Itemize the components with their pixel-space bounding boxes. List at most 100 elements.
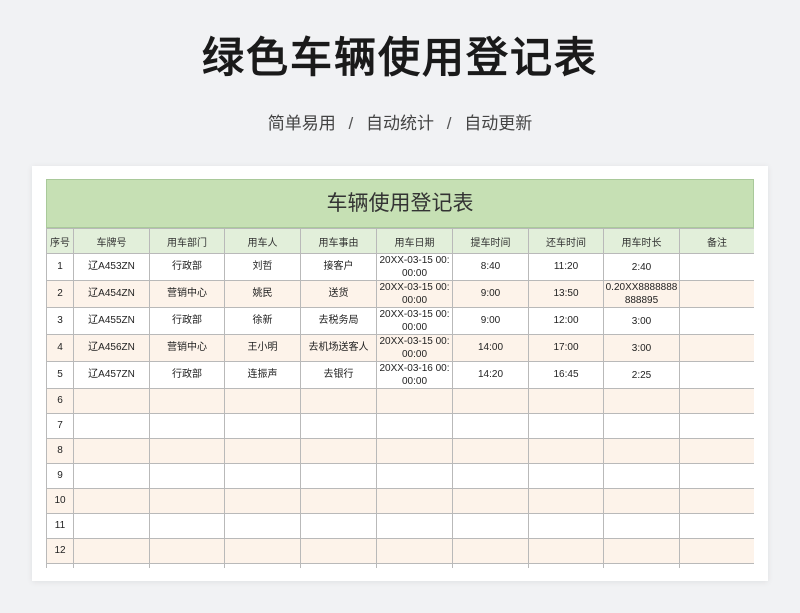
cell-col-reason[interactable]: 去银行 <box>300 361 377 389</box>
cell-col-plate[interactable]: 辽A456ZN <box>73 334 150 362</box>
cell-col-plate[interactable] <box>73 413 150 439</box>
cell-col-user[interactable]: 刘哲 <box>224 253 301 281</box>
cell-col-user[interactable] <box>224 463 301 489</box>
cell-col-reason[interactable] <box>300 438 377 464</box>
cell-col-remark[interactable] <box>679 334 754 362</box>
cell-col-return[interactable]: 16:45 <box>528 361 604 389</box>
cell-col-plate[interactable] <box>73 438 150 464</box>
cell-col-plate[interactable]: 辽A454ZN <box>73 280 150 308</box>
cell-col-remark[interactable] <box>679 538 754 564</box>
cell-col-index[interactable]: 6 <box>46 388 74 414</box>
cell-col-duration[interactable] <box>603 538 680 564</box>
cell-col-pickup[interactable]: 14:20 <box>452 361 529 389</box>
cell-col-plate[interactable]: 辽A453ZN <box>73 253 150 281</box>
cell-col-pickup[interactable]: 9:00 <box>452 280 529 308</box>
cell-col-duration[interactable]: 3:00 <box>603 307 680 335</box>
cell-col-index[interactable]: 9 <box>46 463 74 489</box>
cell-col-reason[interactable]: 去机场送客人 <box>300 334 377 362</box>
cell-col-duration[interactable] <box>603 438 680 464</box>
cell-col-date[interactable]: 20XX-03-16 00:00:00 <box>376 361 453 389</box>
cell-col-dept[interactable]: 行政部 <box>149 307 225 335</box>
cell-col-date[interactable] <box>376 563 453 568</box>
cell-col-reason[interactable] <box>300 563 377 568</box>
header-col-return[interactable]: 还车时间 <box>528 228 604 254</box>
cell-col-user[interactable]: 王小明 <box>224 334 301 362</box>
cell-col-dept[interactable] <box>149 413 225 439</box>
cell-col-return[interactable] <box>528 488 604 514</box>
header-col-duration[interactable]: 用车时长 <box>603 228 680 254</box>
header-col-remark[interactable]: 备注 <box>679 228 754 254</box>
cell-col-date[interactable]: 20XX-03-15 00:00:00 <box>376 334 453 362</box>
cell-col-reason[interactable]: 去税务局 <box>300 307 377 335</box>
cell-col-remark[interactable] <box>679 307 754 335</box>
cell-col-reason[interactable] <box>300 463 377 489</box>
cell-col-date[interactable] <box>376 488 453 514</box>
cell-col-pickup[interactable] <box>452 513 529 539</box>
cell-col-index[interactable]: 10 <box>46 488 74 514</box>
cell-col-remark[interactable] <box>679 253 754 281</box>
cell-col-return[interactable]: 17:00 <box>528 334 604 362</box>
cell-col-user[interactable]: 徐新 <box>224 307 301 335</box>
cell-col-reason[interactable]: 接客户 <box>300 253 377 281</box>
cell-col-index[interactable]: 13 <box>46 563 74 568</box>
header-col-pickup[interactable]: 提车时间 <box>452 228 529 254</box>
header-col-date[interactable]: 用车日期 <box>376 228 453 254</box>
cell-col-index[interactable]: 2 <box>46 280 74 308</box>
cell-col-index[interactable]: 8 <box>46 438 74 464</box>
cell-col-index[interactable]: 12 <box>46 538 74 564</box>
cell-col-return[interactable] <box>528 463 604 489</box>
cell-col-duration[interactable]: 0.20XX8888888888895 <box>603 280 680 308</box>
cell-col-date[interactable] <box>376 388 453 414</box>
cell-col-user[interactable] <box>224 388 301 414</box>
cell-col-pickup[interactable] <box>452 438 529 464</box>
cell-col-index[interactable]: 5 <box>46 361 74 389</box>
cell-col-dept[interactable]: 行政部 <box>149 253 225 281</box>
cell-col-return[interactable] <box>528 513 604 539</box>
cell-col-return[interactable] <box>528 438 604 464</box>
cell-col-date[interactable] <box>376 413 453 439</box>
cell-col-user[interactable] <box>224 563 301 568</box>
cell-col-plate[interactable]: 辽A455ZN <box>73 307 150 335</box>
cell-col-remark[interactable] <box>679 413 754 439</box>
cell-col-plate[interactable] <box>73 538 150 564</box>
cell-col-remark[interactable] <box>679 488 754 514</box>
cell-col-plate[interactable] <box>73 513 150 539</box>
cell-col-duration[interactable] <box>603 488 680 514</box>
cell-col-remark[interactable] <box>679 388 754 414</box>
header-col-reason[interactable]: 用车事由 <box>300 228 377 254</box>
cell-col-dept[interactable] <box>149 463 225 489</box>
cell-col-date[interactable] <box>376 513 453 539</box>
cell-col-dept[interactable]: 行政部 <box>149 361 225 389</box>
cell-col-return[interactable]: 12:00 <box>528 307 604 335</box>
cell-col-plate[interactable]: 辽A457ZN <box>73 361 150 389</box>
cell-col-reason[interactable] <box>300 538 377 564</box>
cell-col-dept[interactable]: 营销中心 <box>149 334 225 362</box>
cell-col-user[interactable]: 姚民 <box>224 280 301 308</box>
cell-col-dept[interactable] <box>149 488 225 514</box>
cell-col-pickup[interactable] <box>452 488 529 514</box>
cell-col-dept[interactable] <box>149 538 225 564</box>
header-col-user[interactable]: 用车人 <box>224 228 301 254</box>
cell-col-date[interactable] <box>376 538 453 564</box>
cell-col-index[interactable]: 3 <box>46 307 74 335</box>
cell-col-pickup[interactable] <box>452 538 529 564</box>
cell-col-user[interactable] <box>224 488 301 514</box>
cell-col-reason[interactable]: 送货 <box>300 280 377 308</box>
header-col-plate[interactable]: 车牌号 <box>73 228 150 254</box>
cell-col-return[interactable] <box>528 413 604 439</box>
cell-col-dept[interactable] <box>149 513 225 539</box>
cell-col-return[interactable] <box>528 538 604 564</box>
cell-col-remark[interactable] <box>679 513 754 539</box>
cell-col-pickup[interactable] <box>452 463 529 489</box>
cell-col-date[interactable]: 20XX-03-15 00:00:00 <box>376 307 453 335</box>
cell-col-duration[interactable]: 3:00 <box>603 334 680 362</box>
cell-col-duration[interactable]: 2:25 <box>603 361 680 389</box>
cell-col-plate[interactable] <box>73 463 150 489</box>
cell-col-dept[interactable]: 营销中心 <box>149 280 225 308</box>
cell-col-user[interactable]: 连振声 <box>224 361 301 389</box>
cell-col-date[interactable]: 20XX-03-15 00:00:00 <box>376 280 453 308</box>
cell-col-index[interactable]: 7 <box>46 413 74 439</box>
cell-col-duration[interactable] <box>603 563 680 568</box>
header-col-dept[interactable]: 用车部门 <box>149 228 225 254</box>
cell-col-reason[interactable] <box>300 413 377 439</box>
